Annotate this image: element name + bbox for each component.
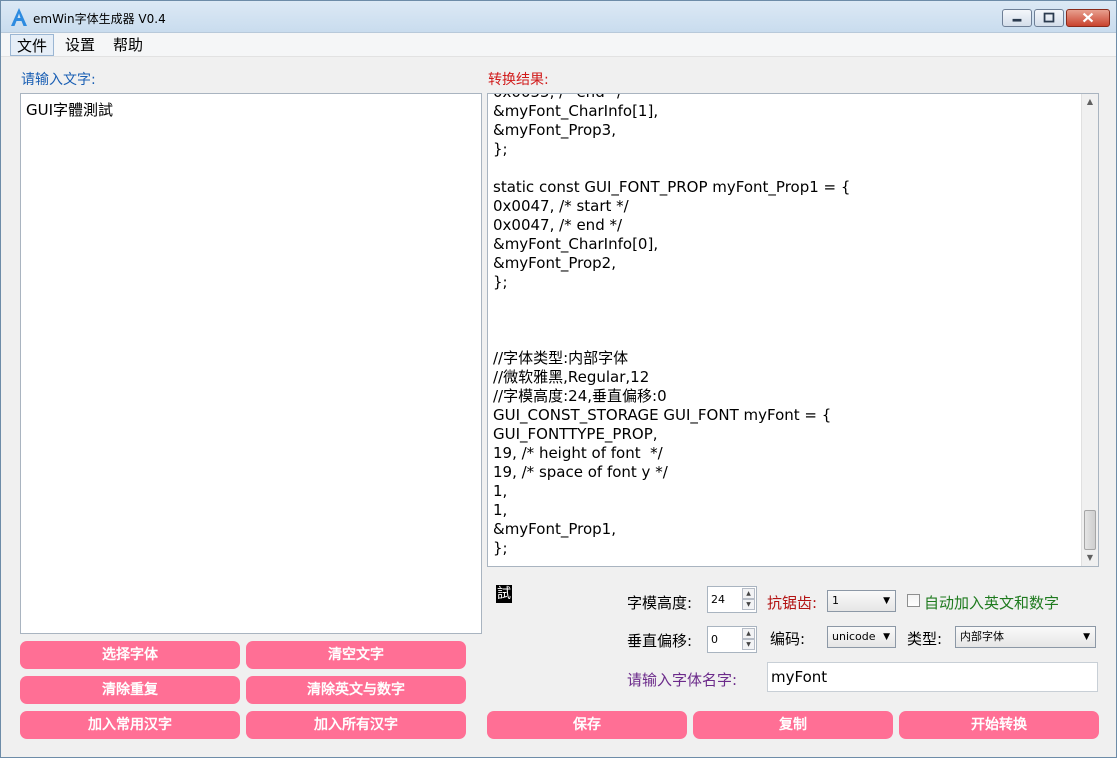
menu-bar: 文件 设置 帮助 — [1, 33, 1116, 57]
remove-en-digits-button[interactable]: 清除英文与数字 — [246, 676, 466, 704]
stepper-up-icon[interactable]: ▲ — [742, 628, 755, 639]
vertical-offset-arrows: ▲ ▼ — [742, 628, 755, 651]
title-bar[interactable]: emWin字体生成器 V0.4 — [1, 1, 1116, 33]
font-height-value: 24 — [711, 593, 725, 606]
glyph-preview: 試 — [496, 585, 512, 603]
menu-file[interactable]: 文件 — [10, 34, 55, 56]
app-window: emWin字体生成器 V0.4 文件 设置 帮助 请输入文字: GUI字體測試 … — [0, 0, 1117, 758]
clear-text-button[interactable]: 清空文字 — [246, 641, 466, 669]
scroll-up-icon[interactable]: ▲ — [1082, 94, 1098, 110]
chevron-down-icon: ▼ — [883, 596, 890, 606]
copy-button[interactable]: 复制 — [693, 711, 893, 739]
result-label: 转换结果: — [488, 72, 549, 88]
auto-add-label: 自动加入英文和数字 — [924, 594, 1060, 612]
scroll-down-icon[interactable]: ▼ — [1082, 550, 1098, 566]
select-font-button[interactable]: 选择字体 — [20, 641, 240, 669]
chevron-down-icon: ▼ — [883, 632, 890, 642]
remove-duplicates-button[interactable]: 清除重复 — [20, 676, 240, 704]
vertical-offset-stepper[interactable]: 0 ▲ ▼ — [707, 626, 757, 653]
close-button[interactable] — [1066, 9, 1110, 27]
save-button[interactable]: 保存 — [487, 711, 687, 739]
antialias-select[interactable]: 1 ▼ — [827, 590, 896, 612]
result-text-area[interactable]: 0x0055, /* end */ &myFont_CharInfo[1], &… — [487, 93, 1099, 567]
auto-add-checkbox[interactable] — [907, 594, 920, 607]
input-label: 请输入文字: — [21, 72, 96, 88]
scroll-thumb[interactable] — [1084, 510, 1096, 550]
font-height-arrows: ▲ ▼ — [742, 588, 755, 611]
maximize-icon — [1043, 12, 1055, 23]
antialias-value: 1 — [832, 594, 839, 607]
add-all-hanzi-button[interactable]: 加入所有汉字 — [246, 711, 466, 739]
convert-button[interactable]: 开始转换 — [899, 711, 1099, 739]
window-controls — [1002, 9, 1110, 27]
window-title: emWin字体生成器 V0.4 — [33, 12, 166, 26]
type-label: 类型: — [907, 630, 943, 648]
close-icon — [1082, 12, 1094, 23]
add-common-hanzi-button[interactable]: 加入常用汉字 — [20, 711, 240, 739]
encoding-select[interactable]: unicode ▼ — [827, 626, 896, 648]
minimize-icon — [1012, 18, 1022, 22]
vertical-offset-value: 0 — [711, 633, 718, 646]
encoding-label: 编码: — [770, 630, 806, 648]
font-height-label: 字模高度: — [627, 594, 693, 612]
vertical-offset-label: 垂直偏移: — [627, 632, 693, 650]
chevron-down-icon: ▼ — [1083, 632, 1090, 642]
encoding-value: unicode — [832, 630, 876, 643]
app-logo-icon — [11, 8, 27, 26]
text-input-area[interactable]: GUI字體測試 — [20, 93, 482, 634]
font-name-input[interactable]: myFont — [767, 662, 1098, 692]
font-name-label: 请输入字体名字: — [627, 671, 738, 689]
stepper-up-icon[interactable]: ▲ — [742, 588, 755, 599]
minimize-button[interactable] — [1002, 9, 1032, 27]
stepper-down-icon[interactable]: ▼ — [742, 639, 755, 650]
font-height-stepper[interactable]: 24 ▲ ▼ — [707, 586, 757, 613]
result-scrollbar[interactable]: ▲ ▼ — [1081, 94, 1098, 566]
result-code[interactable]: 0x0055, /* end */ &myFont_CharInfo[1], &… — [493, 94, 1078, 558]
font-type-value: 内部字体 — [960, 630, 1004, 643]
font-type-select[interactable]: 内部字体 ▼ — [955, 626, 1096, 648]
menu-settings[interactable]: 设置 — [59, 34, 101, 56]
menu-help[interactable]: 帮助 — [107, 34, 149, 56]
stepper-down-icon[interactable]: ▼ — [742, 599, 755, 610]
antialias-label: 抗锯齿: — [767, 594, 818, 612]
maximize-button[interactable] — [1034, 9, 1064, 27]
